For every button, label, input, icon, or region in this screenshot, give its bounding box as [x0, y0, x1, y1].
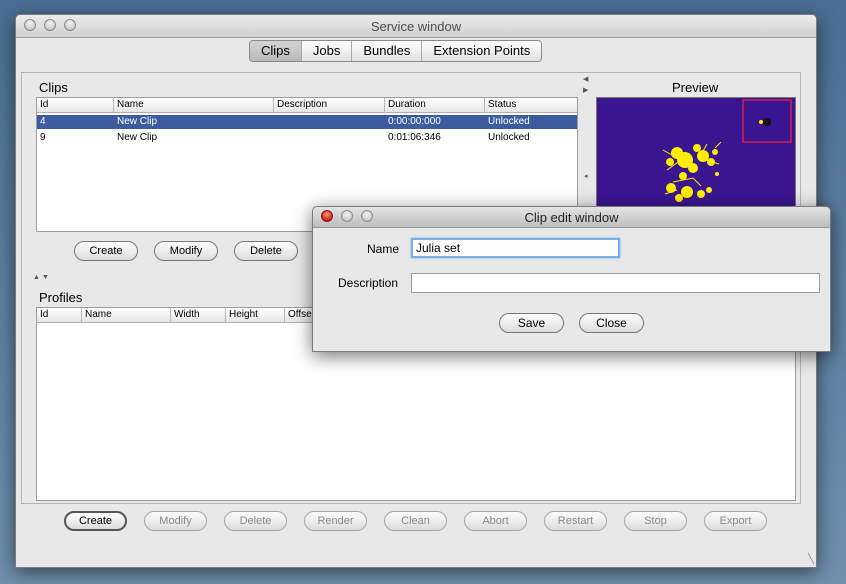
profiles-restart-button[interactable]: Restart — [544, 511, 607, 531]
main-tabbar: Clips Jobs Bundles Extension Points — [249, 40, 543, 62]
name-label: Name — [367, 242, 400, 256]
profiles-clean-button[interactable]: Clean — [384, 511, 447, 531]
profiles-stop-button[interactable]: Stop — [624, 511, 687, 531]
column-header-id[interactable]: Id — [37, 98, 114, 112]
tab-clips[interactable]: Clips — [250, 41, 302, 61]
column-header-status[interactable]: Status — [485, 98, 577, 112]
cell-id: 4 — [40, 116, 46, 127]
split-collapse-icon[interactable]: ◀ — [583, 75, 588, 83]
split-down-icon[interactable]: ▼ — [42, 274, 49, 281]
window-title: Service window — [370, 19, 462, 34]
column-header-duration[interactable]: Duration — [385, 98, 485, 112]
fractal-image — [662, 99, 792, 202]
dialog-title: Clip edit window — [524, 210, 619, 225]
split-divider-icon[interactable]: ◂ — [584, 172, 588, 180]
preview-image — [596, 97, 796, 211]
clip-edit-titlebar[interactable]: Clip edit window — [313, 207, 830, 228]
save-button[interactable]: Save — [499, 313, 564, 333]
split-up-icon[interactable]: ▲ — [33, 274, 40, 281]
cell-duration: 0:01:06:346 — [388, 132, 441, 143]
resize-grip-icon[interactable]: ╲ — [808, 554, 814, 565]
column-header-description[interactable]: Description — [274, 98, 385, 112]
split-expand-icon[interactable]: ▶ — [583, 86, 588, 94]
cell-name: New Clip — [117, 132, 158, 143]
cell-description — [274, 115, 277, 129]
cell-description — [274, 131, 277, 145]
cell-name: New Clip — [117, 116, 158, 127]
column-header-width[interactable]: Width — [171, 308, 226, 322]
table-row[interactable]: 9 New Clip 0:01:06:346 Unlocked — [37, 131, 577, 145]
tab-extension-points[interactable]: Extension Points — [422, 41, 541, 61]
profiles-create-button[interactable]: Create — [64, 511, 127, 531]
clips-section-label: Clips — [39, 80, 68, 95]
tab-jobs[interactable]: Jobs — [302, 41, 353, 61]
table-row[interactable]: 4 New Clip 0:00:00:000 Unlocked — [37, 115, 577, 129]
tab-bundles[interactable]: Bundles — [352, 41, 423, 61]
clips-table-header: Id Name Description Duration Status — [37, 98, 577, 113]
name-field[interactable]: Julia set — [411, 238, 620, 258]
clips-modify-button[interactable]: Modify — [154, 241, 218, 261]
clips-delete-button[interactable]: Delete — [234, 241, 298, 261]
clip-edit-window: Clip edit window Name Julia set Descript… — [312, 206, 831, 352]
preview-label: Preview — [672, 80, 719, 95]
profiles-export-button[interactable]: Export — [704, 511, 767, 531]
column-header-name[interactable]: Name — [82, 308, 171, 322]
cell-status: Unlocked — [488, 116, 530, 127]
profiles-render-button[interactable]: Render — [304, 511, 367, 531]
cell-duration: 0:00:00:000 — [388, 116, 441, 127]
profiles-section-label: Profiles — [39, 290, 83, 305]
column-header-id[interactable]: Id — [37, 308, 82, 322]
profiles-modify-button[interactable]: Modify — [144, 511, 207, 531]
profiles-abort-button[interactable]: Abort — [464, 511, 527, 531]
profiles-delete-button[interactable]: Delete — [224, 511, 287, 531]
cell-id: 9 — [40, 132, 46, 143]
cell-status: Unlocked — [488, 132, 530, 143]
description-label: Description — [338, 276, 399, 290]
description-field[interactable] — [411, 273, 820, 293]
column-header-name[interactable]: Name — [114, 98, 274, 112]
clips-create-button[interactable]: Create — [74, 241, 138, 261]
column-header-height[interactable]: Height — [226, 308, 285, 322]
close-button[interactable]: Close — [579, 313, 644, 333]
service-window-titlebar[interactable]: Service window — [16, 15, 816, 38]
